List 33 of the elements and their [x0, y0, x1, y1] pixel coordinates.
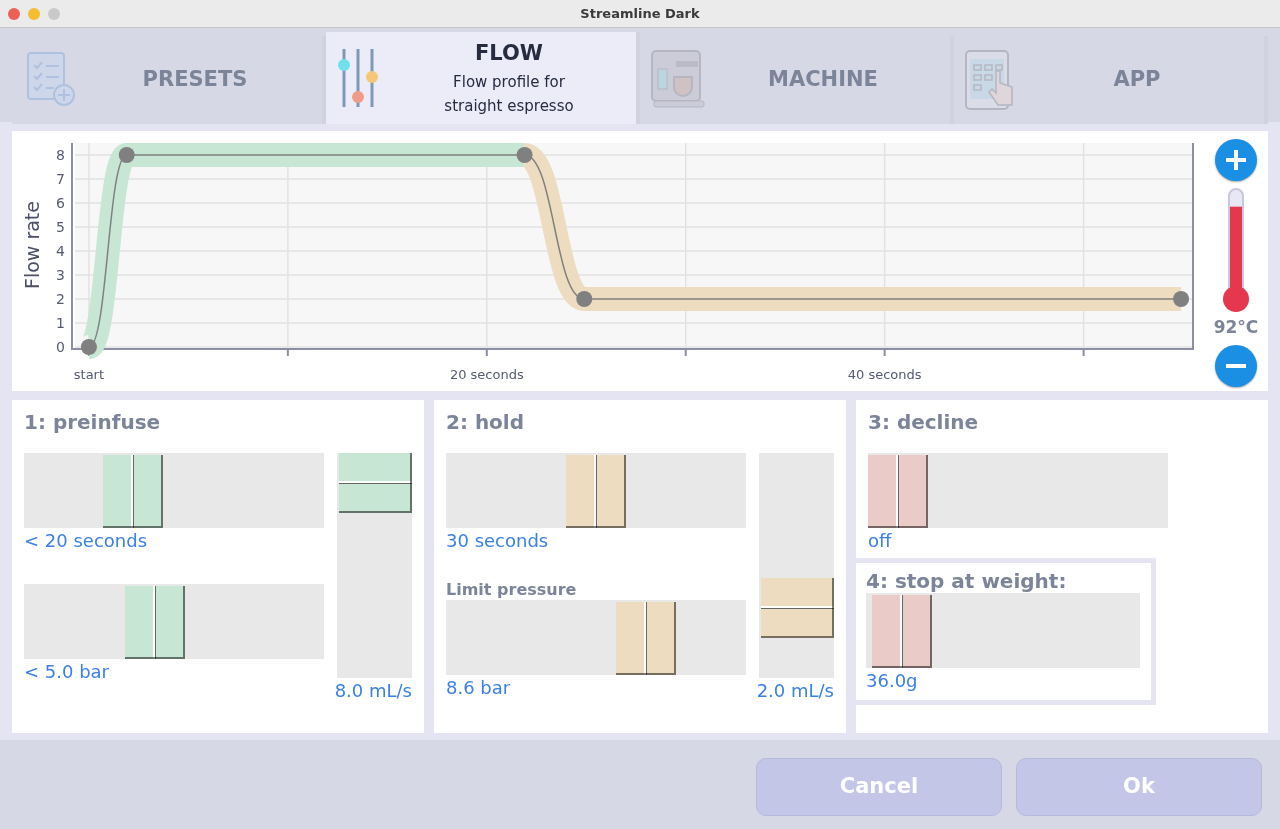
slider-value: 2.0 mL/s: [756, 679, 834, 703]
y-tick-label: 2: [56, 291, 65, 307]
step-title: 1: preinfuse: [24, 410, 162, 434]
y-tick-label: 6: [56, 195, 65, 211]
y-tick-label: 0: [56, 339, 65, 355]
slider-value: 30 seconds: [446, 529, 550, 553]
x-tick-label: 20 seconds: [449, 367, 524, 382]
step-title: 3: decline: [868, 410, 980, 434]
y-tick-label: 8: [56, 147, 65, 163]
temperature-reading: 92°C: [1213, 316, 1259, 339]
y-tick-label: 5: [56, 219, 65, 235]
y-tick-label: 1: [56, 315, 65, 331]
slider-value: < 20 seconds: [24, 529, 148, 553]
step-title: 4: stop at weight:: [866, 569, 1068, 593]
y-tick-label: 4: [56, 243, 65, 259]
tab-label: APP: [1113, 66, 1161, 94]
x-tick-label: 40 seconds: [847, 367, 922, 382]
slider-value: 36.0g: [866, 669, 919, 693]
y-axis-title: Flow rate: [21, 201, 43, 289]
tab-label: FLOW: [475, 40, 543, 68]
window-title: Streamline Dark: [580, 4, 700, 23]
slider-value: 8.6 bar: [446, 676, 512, 700]
y-tick-label: 3: [56, 267, 65, 283]
slider-label: Limit pressure: [446, 580, 578, 600]
y-tick-label: 7: [56, 171, 65, 187]
tab-label: PRESETS: [142, 66, 248, 94]
slider-value: off: [868, 529, 893, 553]
slider-value: < 5.0 bar: [24, 660, 110, 684]
tab-label: MACHINE: [768, 66, 878, 94]
tab-subtitle: Flow profile for straight espresso: [443, 71, 575, 117]
step-title: 2: hold: [446, 410, 526, 434]
x-tick-label: start: [73, 367, 105, 382]
slider-value: 8.0 mL/s: [334, 679, 412, 703]
